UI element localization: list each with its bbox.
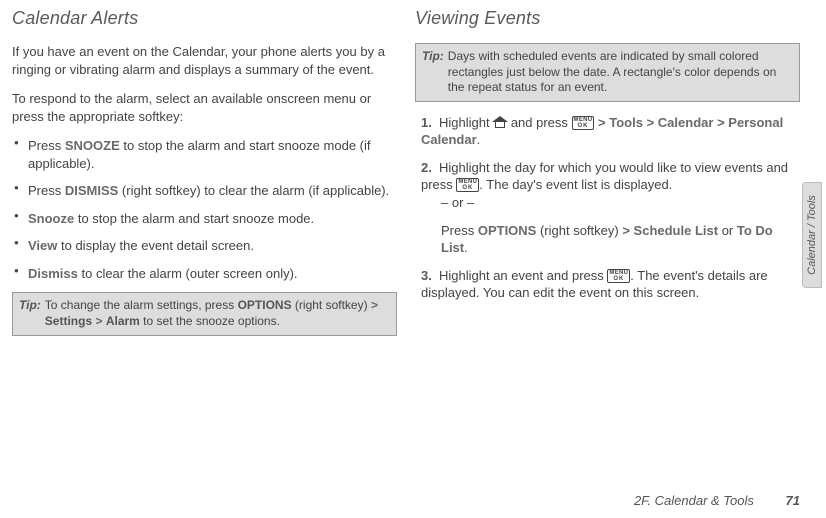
right-column: Viewing Events Tip: Days with scheduled … xyxy=(415,8,800,348)
options-list: Press SNOOZE to stop the alarm and start… xyxy=(14,137,397,282)
list-item: Press SNOOZE to stop the alarm and start… xyxy=(14,137,397,172)
menu-ok-icon: MENUOK xyxy=(607,269,630,283)
step-alternative: Press OPTIONS (right softkey) > Schedule… xyxy=(441,222,800,257)
page-footer: 2F. Calendar & Tools 71 xyxy=(634,493,800,508)
tip-box: Tip: Days with scheduled events are indi… xyxy=(415,43,800,102)
list-item: View to display the event detail screen. xyxy=(14,237,397,255)
tip-label: Tip: xyxy=(19,298,41,329)
steps-list: 1.Highlight and press MENUOK > Tools > C… xyxy=(421,114,800,302)
tip-text: Days with scheduled events are indicated… xyxy=(448,49,793,96)
page-number: 71 xyxy=(786,493,800,508)
step-item: 3.Highlight an event and press MENUOK. T… xyxy=(421,267,800,302)
instruction-paragraph: To respond to the alarm, select an avail… xyxy=(12,90,397,125)
list-item: Press DISMISS (right softkey) to clear t… xyxy=(14,182,397,200)
tip-box: Tip: To change the alarm settings, press… xyxy=(12,292,397,335)
left-column: Calendar Alerts If you have an event on … xyxy=(12,8,397,348)
tip-label: Tip: xyxy=(422,49,444,96)
home-icon xyxy=(493,116,507,128)
step-item: 2.Highlight the day for which you would … xyxy=(421,159,800,257)
heading-calendar-alerts: Calendar Alerts xyxy=(12,8,397,29)
footer-section: 2F. Calendar & Tools xyxy=(634,493,754,508)
intro-paragraph: If you have an event on the Calendar, yo… xyxy=(12,43,397,78)
menu-ok-icon: MENUOK xyxy=(572,116,595,130)
step-item: 1.Highlight and press MENUOK > Tools > C… xyxy=(421,114,800,149)
heading-viewing-events: Viewing Events xyxy=(415,8,800,29)
side-tab: Calendar / Tools xyxy=(802,182,822,288)
list-item: Snooze to stop the alarm and start snooz… xyxy=(14,210,397,228)
list-item: Dismiss to clear the alarm (outer screen… xyxy=(14,265,397,283)
tip-text: To change the alarm settings, press OPTI… xyxy=(45,298,390,329)
or-divider: – or – xyxy=(441,194,800,212)
menu-ok-icon: MENUOK xyxy=(456,178,479,192)
